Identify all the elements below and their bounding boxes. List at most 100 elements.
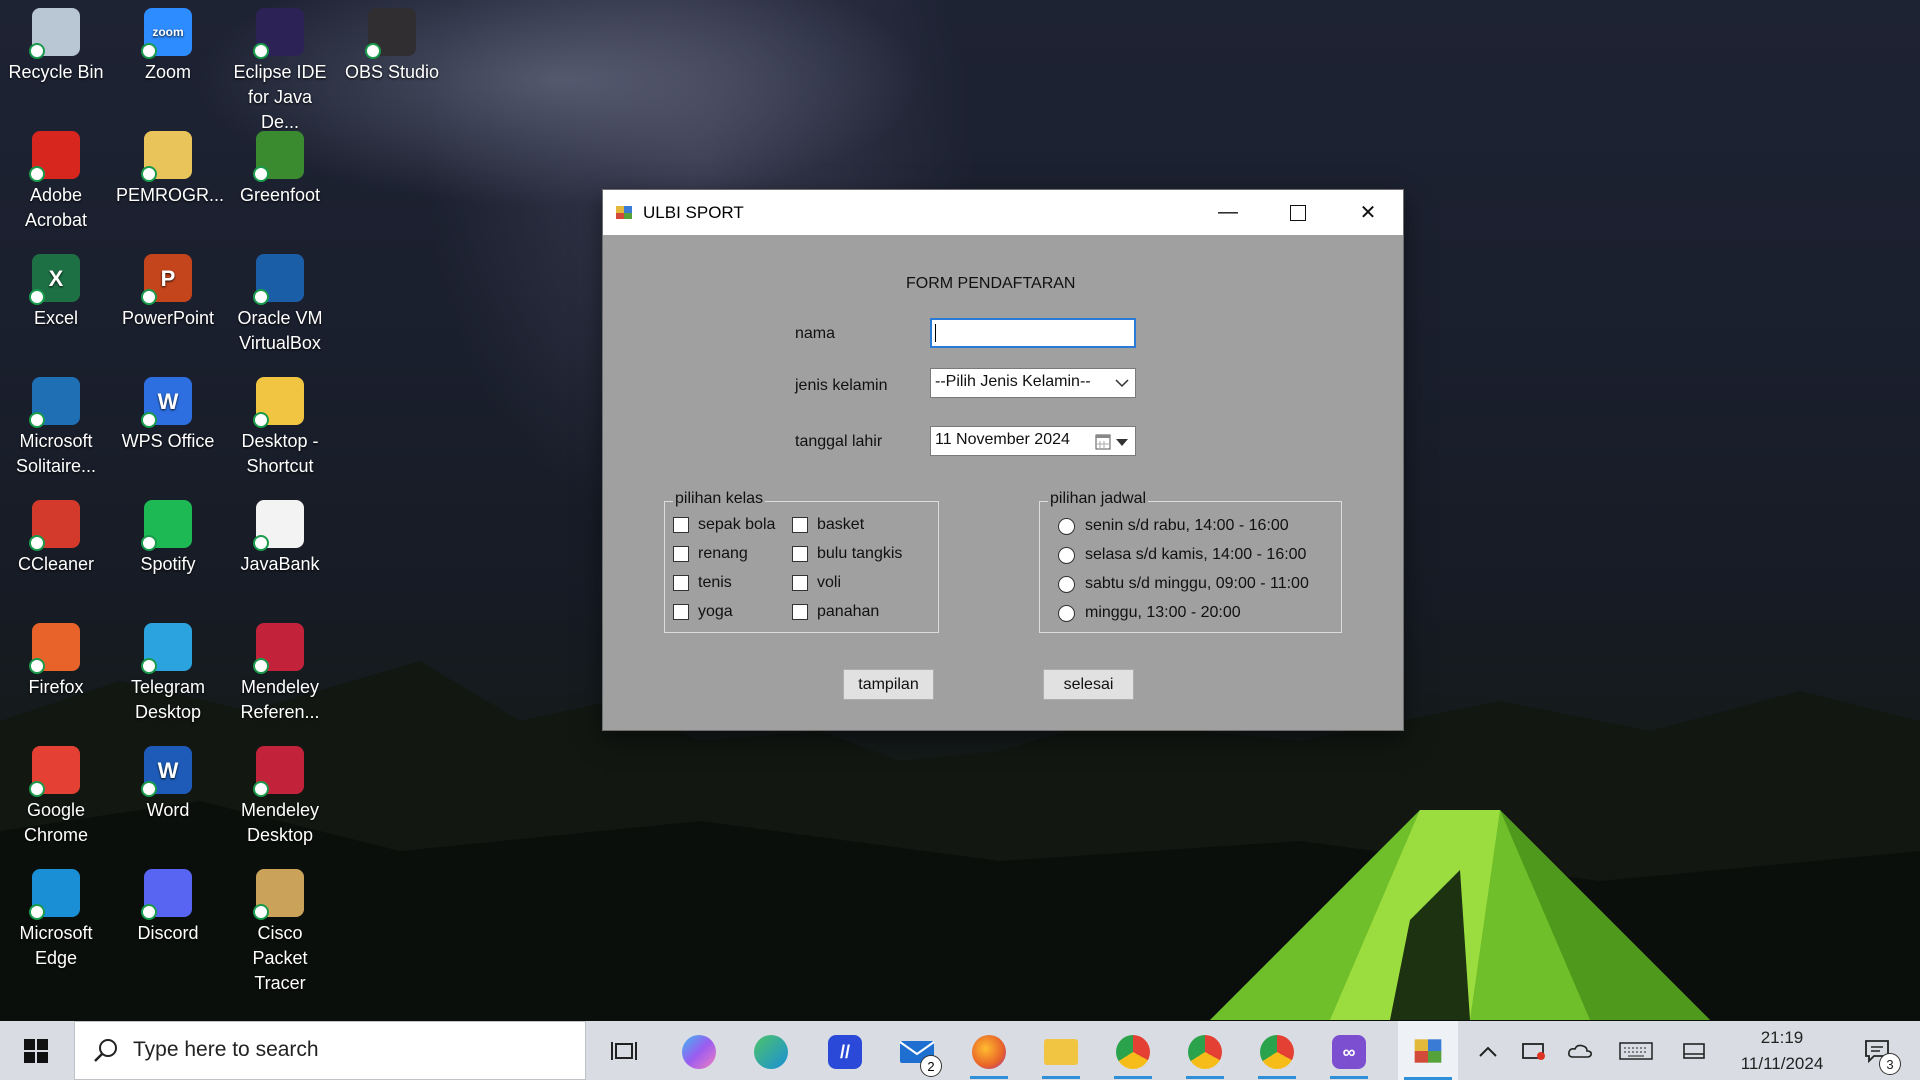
- desktop-icon-label-line2: Tracer: [254, 973, 306, 993]
- taskbar-copilot[interactable]: [676, 1029, 722, 1075]
- jenis-kelamin-select[interactable]: --Pilih Jenis Kelamin--: [930, 368, 1136, 398]
- taskbar-visual-studio-code-app[interactable]: //: [822, 1029, 868, 1075]
- taskbar-mail[interactable]: 2: [894, 1029, 942, 1077]
- taskbar-chrome-2[interactable]: [1182, 1029, 1228, 1079]
- close-button[interactable]: ✕: [1333, 190, 1403, 235]
- microsoft-edge-icon: [29, 869, 80, 920]
- sync-check-icon: [253, 904, 269, 920]
- icon-glyph: zoom: [152, 24, 184, 39]
- tampilan-button[interactable]: tampilan: [843, 669, 934, 700]
- checkbox-voli[interactable]: voli: [792, 574, 841, 592]
- desktop-icon[interactable]: W Word: [116, 740, 220, 823]
- taskbar-visual-studio[interactable]: ∞: [1326, 1029, 1372, 1079]
- start-button[interactable]: [0, 1021, 72, 1080]
- google-chrome-profile-icon: [1188, 1035, 1222, 1069]
- pilihan-jadwal-title: pilihan jadwal: [1048, 490, 1149, 508]
- desktop-icon[interactable]: OBS Studio: [340, 2, 444, 85]
- search-box[interactable]: Type here to search: [74, 1021, 586, 1080]
- tray-keyboard[interactable]: [1614, 1021, 1658, 1080]
- clock[interactable]: 21:19 11/11/2024: [1722, 1021, 1842, 1080]
- sync-check-icon: [29, 904, 45, 920]
- wps-office-icon: W: [141, 377, 192, 428]
- task-view-button[interactable]: [601, 1029, 647, 1075]
- desktop-icon[interactable]: Google Chrome: [4, 740, 108, 848]
- desktop-icon[interactable]: Spotify: [116, 494, 220, 577]
- excel-icon: X: [29, 254, 80, 305]
- pilihan-kelas-group: pilihan kelas sepak bola renang tenis yo…: [664, 490, 939, 633]
- desktop-icon[interactable]: Adobe Acrobat: [4, 125, 108, 233]
- taskbar-edge[interactable]: [748, 1029, 794, 1075]
- active-indicator: [1042, 1076, 1080, 1079]
- taskbar-file-explorer[interactable]: [1038, 1029, 1084, 1079]
- icon-glyph: X: [48, 265, 64, 291]
- desktop-icon[interactable]: Discord: [116, 863, 220, 946]
- desktop-icon[interactable]: X Excel: [4, 248, 108, 331]
- file-explorer-icon: [1044, 1039, 1078, 1065]
- checkbox-sepak-bola[interactable]: sepak bola: [673, 516, 775, 534]
- radio-label: selasa s/d kamis, 14:00 - 16:00: [1085, 546, 1307, 563]
- minimize-button[interactable]: —: [1193, 190, 1263, 235]
- checkbox-bulu-tangkis[interactable]: bulu tangkis: [792, 545, 902, 563]
- taskbar-ulbi-sport[interactable]: [1398, 1021, 1458, 1080]
- virtualbox-icon: [253, 254, 304, 305]
- radio-minggu[interactable]: minggu, 13:00 - 20:00: [1058, 604, 1241, 622]
- title-bar[interactable]: ULBI SPORT — ✕: [603, 190, 1403, 235]
- desktop-icon[interactable]: P PowerPoint: [116, 248, 220, 331]
- desktop-icon-label: Excel: [33, 308, 78, 328]
- icon-glyph: W: [157, 388, 179, 414]
- checkbox-label: voli: [817, 574, 842, 591]
- radio-selasa-kamis[interactable]: selasa s/d kamis, 14:00 - 16:00: [1058, 546, 1306, 564]
- desktop-icon-label: Oracle VM: [237, 308, 323, 328]
- selesai-button[interactable]: selesai: [1043, 669, 1134, 700]
- checkbox-panahan[interactable]: panahan: [792, 603, 879, 621]
- desktop-icon[interactable]: Eclipse IDE for Java De...: [228, 2, 332, 135]
- screen-record-icon: [1522, 1042, 1545, 1060]
- desktop-icon-label: PowerPoint: [121, 308, 215, 328]
- tray-onedrive[interactable]: [1562, 1021, 1598, 1080]
- checkbox-yoga[interactable]: yoga: [673, 603, 733, 621]
- taskbar-firefox[interactable]: [966, 1029, 1012, 1079]
- desktop-icon[interactable]: JavaBank: [228, 494, 332, 577]
- checkbox-basket[interactable]: basket: [792, 516, 864, 534]
- desktop-icon[interactable]: Greenfoot: [228, 125, 332, 208]
- taskbar-chrome-3[interactable]: [1254, 1029, 1300, 1079]
- desktop-icon[interactable]: Mendeley Referen...: [228, 617, 332, 725]
- tray-meet-now[interactable]: [1516, 1021, 1552, 1080]
- desktop-icon[interactable]: PEMROGR...: [116, 125, 224, 208]
- taskbar-chrome-1[interactable]: [1110, 1029, 1156, 1079]
- checkbox-renang[interactable]: renang: [673, 545, 748, 563]
- desktop-icon[interactable]: Microsoft Edge: [4, 863, 108, 971]
- jenis-kelamin-label: jenis kelamin: [795, 377, 888, 394]
- desktop-icon[interactable]: Oracle VM VirtualBox: [228, 248, 332, 356]
- mail-badge: 2: [920, 1055, 942, 1077]
- desktop-icon[interactable]: CCleaner: [4, 494, 108, 577]
- radio-senin-rabu[interactable]: senin s/d rabu, 14:00 - 16:00: [1058, 517, 1289, 535]
- desktop-icon[interactable]: zoom Zoom: [116, 2, 220, 85]
- window-title: ULBI SPORT: [643, 203, 744, 222]
- desktop-icon-label-line2: Edge: [34, 948, 78, 968]
- tray-display[interactable]: [1676, 1021, 1712, 1080]
- dropdown-arrow-icon[interactable]: [1116, 439, 1128, 446]
- sync-check-icon: [253, 289, 269, 305]
- calendar-icon[interactable]: [1095, 433, 1111, 450]
- desktop-icon[interactable]: W WPS Office: [116, 371, 220, 454]
- google-chrome-icon: [1116, 1035, 1150, 1069]
- active-indicator: [1186, 1076, 1224, 1079]
- notification-center-button[interactable]: 3: [1852, 1021, 1902, 1080]
- tanggal-lahir-picker[interactable]: 11 November 2024: [930, 426, 1136, 456]
- checkbox-box: [673, 546, 689, 562]
- desktop-icon[interactable]: Desktop - Shortcut: [228, 371, 332, 479]
- nama-input[interactable]: [930, 318, 1136, 348]
- maximize-button[interactable]: [1263, 190, 1333, 235]
- desktop-icon-label-line2: Desktop: [134, 702, 202, 722]
- desktop-icon[interactable]: Recycle Bin: [4, 2, 108, 85]
- desktop-icon[interactable]: Mendeley Desktop: [228, 740, 332, 848]
- checkbox-tenis[interactable]: tenis: [673, 574, 732, 592]
- show-hidden-icons-button[interactable]: [1470, 1021, 1506, 1080]
- radio-sabtu-minggu[interactable]: sabtu s/d minggu, 09:00 - 11:00: [1058, 575, 1309, 593]
- desktop-icon[interactable]: Firefox: [4, 617, 108, 700]
- desktop-icon[interactable]: Telegram Desktop: [116, 617, 220, 725]
- desktop-icon[interactable]: Microsoft Solitaire...: [4, 371, 108, 479]
- desktop-icon[interactable]: Cisco Packet Tracer: [228, 863, 332, 996]
- onedrive-cloud-icon: [1568, 1044, 1592, 1058]
